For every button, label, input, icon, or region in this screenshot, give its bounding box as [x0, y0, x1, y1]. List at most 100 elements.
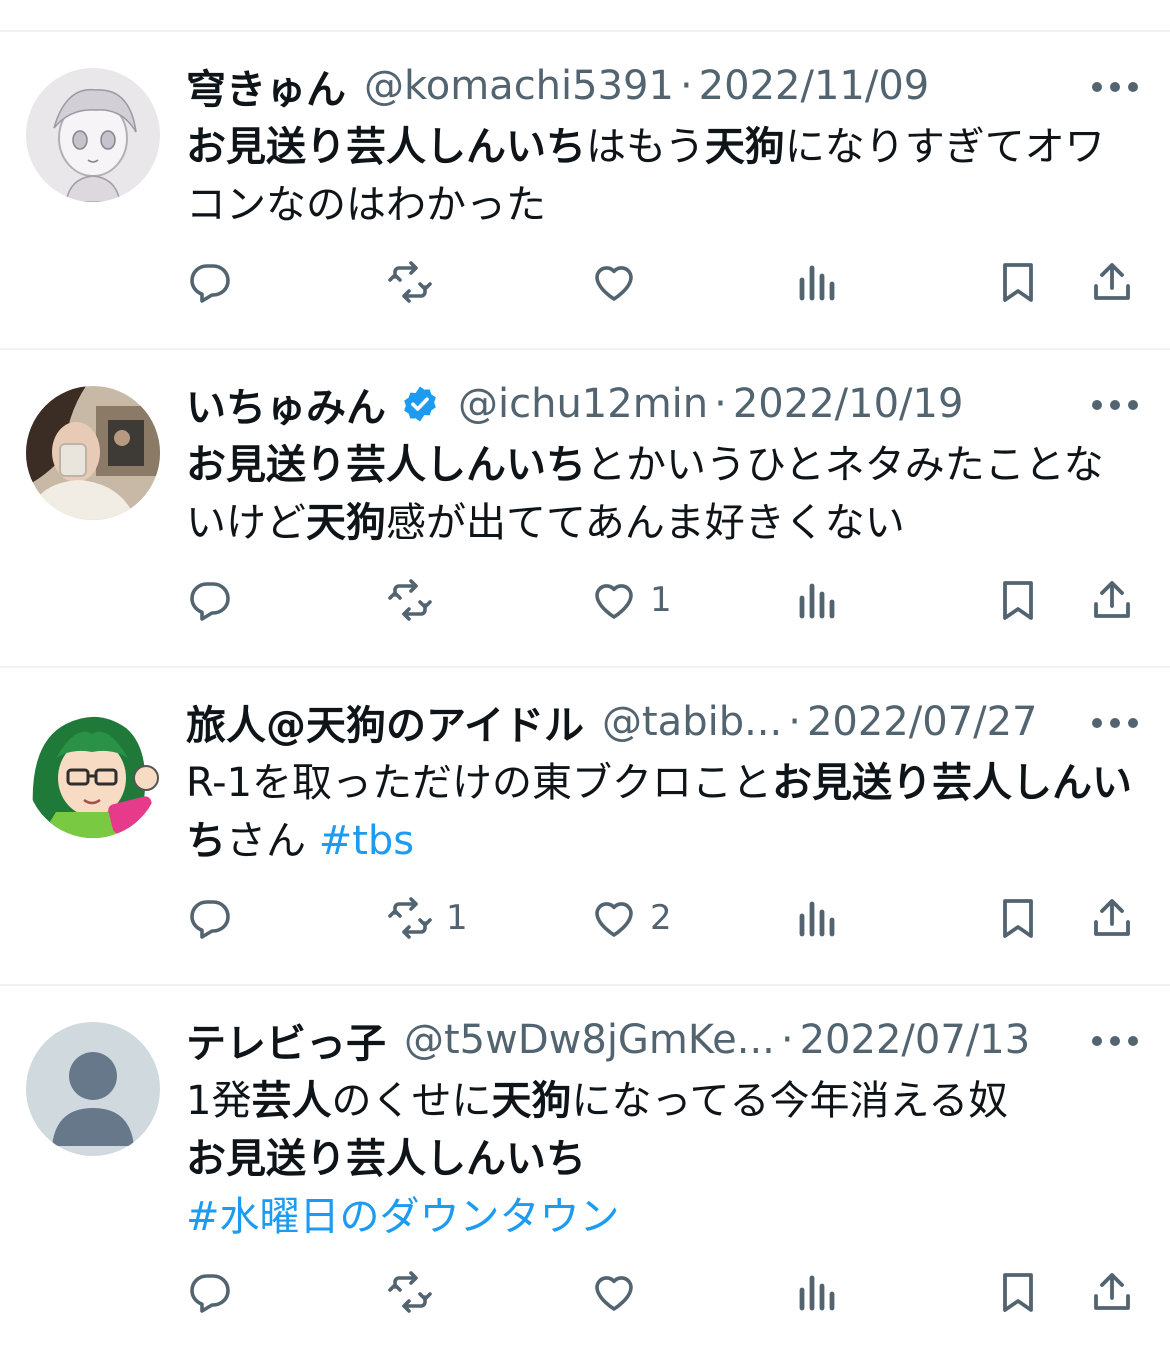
separator-dot: · [714, 381, 727, 427]
avatar[interactable] [26, 704, 160, 838]
like-icon [595, 266, 633, 301]
tweet-text-segment: はもう [586, 124, 705, 170]
retweet-icon [388, 261, 432, 303]
reply-button[interactable] [186, 252, 246, 312]
tweet-text-segment: R-1を取っただけの東ブクロこと [186, 760, 773, 806]
tweet-date[interactable]: 2022/11/09 [699, 63, 930, 109]
avatar[interactable] [26, 1022, 160, 1156]
tweet-4[interactable]: テレビっ子 @t5wDw8jGmKe... · 2022/07/13 1発芸人の… [0, 986, 1170, 1345]
retweet-icon [388, 897, 432, 939]
like-icon [595, 584, 633, 619]
bookmark-icon [1003, 899, 1033, 938]
highlight-term: 天狗 [491, 1078, 572, 1124]
like-button[interactable]: 1 [590, 570, 672, 630]
author-name[interactable]: 穹きゅん [186, 57, 346, 115]
author-name[interactable]: テレビっ子 [186, 1011, 386, 1069]
author-handle[interactable]: @ichu12min [458, 381, 708, 427]
retweet-button[interactable] [386, 252, 446, 312]
tweet-text-segment: 1発 [186, 1078, 252, 1124]
hashtag-link[interactable]: #tbs [319, 818, 414, 864]
hashtag-link[interactable]: #水曜日のダウンタウン [186, 1194, 620, 1240]
separator-dot: · [788, 699, 801, 745]
tweet-1[interactable]: 穹きゅん @komachi5391 · 2022/11/09 お見送り芸人しんい… [0, 32, 1170, 348]
share-button[interactable] [1088, 570, 1136, 630]
views-icon [799, 1275, 835, 1311]
share-button[interactable] [1088, 1262, 1136, 1322]
share-icon [1094, 899, 1130, 936]
author-name[interactable]: 旅人@天狗のアイドル [186, 693, 584, 751]
reply-icon [190, 900, 230, 939]
bookmark-button[interactable] [994, 252, 1042, 312]
tweet-date[interactable]: 2022/10/19 [733, 381, 964, 427]
retweet-button[interactable] [386, 570, 446, 630]
views-button[interactable] [792, 1262, 840, 1322]
reply-icon [190, 1274, 230, 1313]
views-icon [799, 901, 835, 937]
highlight-term: お見送り芸人しんいち [186, 442, 586, 488]
views-button[interactable] [792, 888, 840, 948]
like-button[interactable]: 2 [590, 888, 672, 948]
tweet-text-segment: 感が出ててあんま好きくない [386, 500, 905, 546]
retweet-icon [388, 1271, 432, 1313]
tweet-text: お見送り芸人しんいちとかいうひとネタみたことないけど天狗感が出ててあんま好きくな… [186, 436, 1136, 552]
verified-icon [404, 386, 436, 422]
like-icon [595, 1276, 633, 1311]
author-name[interactable]: いちゅみん [186, 375, 386, 433]
tweet-text-segment: になってる今年消える奴 [571, 1078, 1009, 1124]
reply-button[interactable] [186, 1262, 246, 1322]
reply-icon [190, 582, 230, 621]
author-handle[interactable]: @t5wDw8jGmKe... [404, 1017, 775, 1063]
bookmark-button[interactable] [994, 1262, 1042, 1322]
author-handle[interactable]: @tabib... [602, 699, 782, 745]
like-count: 1 [650, 580, 672, 620]
like-icon [595, 902, 633, 937]
share-icon [1094, 263, 1130, 300]
tweet-2[interactable]: いちゅみん @ichu12min · 2022/10/19 お見送り芸人しんいち… [0, 350, 1170, 666]
like-button[interactable] [590, 1262, 650, 1322]
bookmark-icon [1003, 1273, 1033, 1312]
separator-dot: · [780, 1017, 794, 1063]
highlight-term: 芸人 [251, 1078, 332, 1124]
reply-button[interactable] [186, 570, 246, 630]
tweet-date[interactable]: 2022/07/27 [807, 699, 1038, 745]
tweet-actions [0, 252, 1170, 312]
tweet-actions: 1 [0, 570, 1170, 630]
views-icon [799, 583, 835, 619]
highlight-term: 天狗 [704, 124, 785, 170]
share-icon [1094, 1273, 1130, 1310]
highlight-term: お見送り芸人しんいち [186, 124, 586, 170]
like-count: 2 [650, 898, 672, 938]
more-icon[interactable] [1092, 1034, 1138, 1048]
retweet-icon [388, 579, 432, 621]
avatar[interactable] [26, 386, 160, 520]
views-icon [799, 265, 835, 301]
share-icon [1094, 581, 1130, 618]
avatar[interactable] [26, 68, 160, 202]
tweet-feed: 穹きゅん @komachi5391 · 2022/11/09 お見送り芸人しんい… [0, 0, 1170, 1345]
views-button[interactable] [792, 570, 840, 630]
bookmark-icon [1003, 581, 1033, 620]
more-icon[interactable] [1092, 716, 1138, 730]
separator-dot: · [679, 63, 693, 109]
retweet-button[interactable] [386, 1262, 446, 1322]
more-icon[interactable] [1092, 80, 1138, 94]
more-icon[interactable] [1092, 398, 1138, 412]
tweet-text: お見送り芸人しんいちはもう天狗になりすぎてオワコンなのはわかった [186, 118, 1136, 234]
like-button[interactable] [590, 252, 650, 312]
tweet-date[interactable]: 2022/07/13 [800, 1017, 1031, 1063]
bookmark-button[interactable] [994, 888, 1042, 948]
tweet-text-segment: のくせに [331, 1078, 492, 1124]
share-button[interactable] [1088, 252, 1136, 312]
author-handle[interactable]: @komachi5391 [364, 63, 674, 109]
tweet-3[interactable]: 旅人@天狗のアイドル @tabib... · 2022/07/27 R-1を取っ… [0, 668, 1170, 984]
bookmark-button[interactable] [994, 570, 1042, 630]
highlight-term: お見送り芸人しんいち [186, 1136, 586, 1182]
tweet-text-segment: さん [226, 818, 319, 864]
share-button[interactable] [1088, 888, 1136, 948]
reply-button[interactable] [186, 888, 246, 948]
retweet-count: 1 [446, 898, 468, 938]
tweet-text: R-1を取っただけの東ブクロことお見送り芸人しんいちさん #tbs [186, 754, 1136, 870]
views-button[interactable] [792, 252, 840, 312]
retweet-button[interactable]: 1 [386, 888, 468, 948]
tweet-actions [0, 1262, 1170, 1322]
